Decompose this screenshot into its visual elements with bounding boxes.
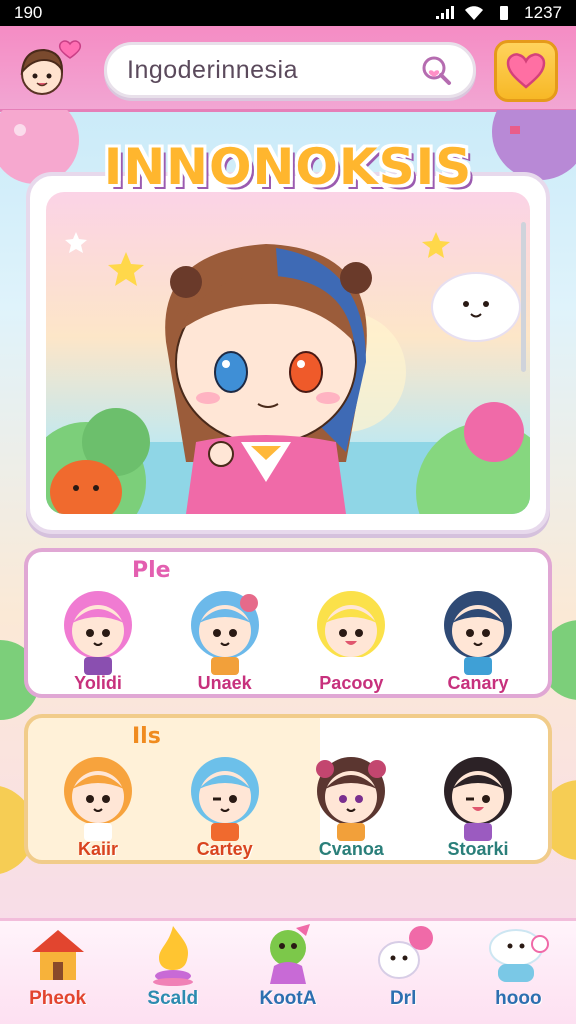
nav-label: KootA — [259, 988, 317, 1009]
character-row: Yolidi Unaek Pacooy Canary — [38, 570, 538, 693]
heart-icon — [506, 53, 546, 89]
chibi-blue-icon — [190, 591, 259, 675]
character-name: Yolidi — [74, 673, 122, 693]
character-name: Stoarki — [447, 839, 509, 859]
nav-label: Scald — [147, 988, 199, 1009]
character-panel-1: Ple Yolidi Unaek Pacooy Canary — [24, 548, 552, 698]
nav-label: Pheok — [29, 988, 87, 1009]
character-card[interactable]: Cvanoa — [291, 736, 411, 860]
character-row: Kaiir Cartey Cvanoa Stoarki — [38, 736, 538, 859]
status-bar: 190 1237 — [0, 0, 576, 26]
hero-scrollbar[interactable] — [521, 222, 526, 372]
featured-character-card[interactable] — [26, 172, 550, 534]
character-name: Canary — [447, 673, 509, 693]
chibi-yellow-icon — [317, 591, 386, 675]
character-card[interactable]: Canary — [418, 570, 538, 694]
house-icon — [31, 930, 84, 980]
character-name: Pacooy — [319, 673, 384, 693]
character-card[interactable]: Kaiir — [38, 736, 158, 860]
mascot-icon — [269, 924, 310, 984]
nav-item-home[interactable]: Pheok — [8, 914, 108, 1010]
character-card[interactable]: Stoarki — [418, 736, 538, 860]
page-title: INNONOKSIS — [103, 138, 473, 196]
chibi-pink-icon — [64, 591, 132, 675]
nav-item-koota[interactable]: KootA — [238, 914, 338, 1010]
character-card[interactable]: Yolidi — [38, 570, 158, 694]
character-panel-2: Ils Kaiir Cartey Cvanoa Stoarki — [24, 714, 552, 864]
status-clock: 1237 — [524, 3, 562, 22]
profile-avatar-icon[interactable] — [12, 38, 82, 100]
nav-item-drl[interactable]: Drl — [353, 914, 453, 1010]
bottom-navigation: Pheok Scald KootA Drl hooo — [0, 918, 576, 1024]
chibi-skyblue-icon — [190, 757, 259, 841]
chibi-orange-icon — [64, 757, 132, 841]
character-card[interactable]: Pacooy — [291, 570, 411, 694]
favorites-button[interactable] — [494, 40, 558, 102]
app-header: Ingoderinnesia — [0, 26, 576, 112]
featured-character-scene — [46, 192, 530, 514]
search-input[interactable]: Ingoderinnesia — [127, 56, 419, 85]
character-name: Kaiir — [77, 839, 119, 859]
chibi-black-icon — [443, 757, 512, 841]
cloud-icon — [489, 929, 550, 982]
character-name: Cartey — [196, 839, 253, 859]
featured-character-illustration — [46, 232, 530, 514]
character-name: Cvanoa — [318, 839, 384, 859]
flame-icon — [152, 926, 193, 986]
character-name: Unaek — [197, 673, 252, 693]
search-bar[interactable]: Ingoderinnesia — [104, 42, 476, 98]
nav-item-scald[interactable]: Scald — [123, 914, 223, 1010]
signal-icon — [436, 6, 455, 19]
cloud-buddy-icon — [431, 272, 521, 342]
chibi-brown-icon — [316, 757, 387, 841]
status-time: 190 — [14, 3, 43, 22]
character-card[interactable]: Unaek — [165, 570, 285, 694]
nav-label: Drl — [389, 988, 417, 1009]
character-card[interactable]: Cartey — [165, 736, 285, 860]
ghost-icon — [378, 926, 434, 979]
chibi-navy-icon — [443, 591, 512, 675]
search-icon[interactable] — [419, 53, 453, 87]
battery-icon — [500, 6, 509, 20]
status-icons: 1237 — [434, 3, 562, 23]
nav-label: hooo — [495, 988, 542, 1009]
wifi-icon — [465, 6, 484, 20]
nav-item-hooo[interactable]: hooo — [468, 914, 568, 1010]
